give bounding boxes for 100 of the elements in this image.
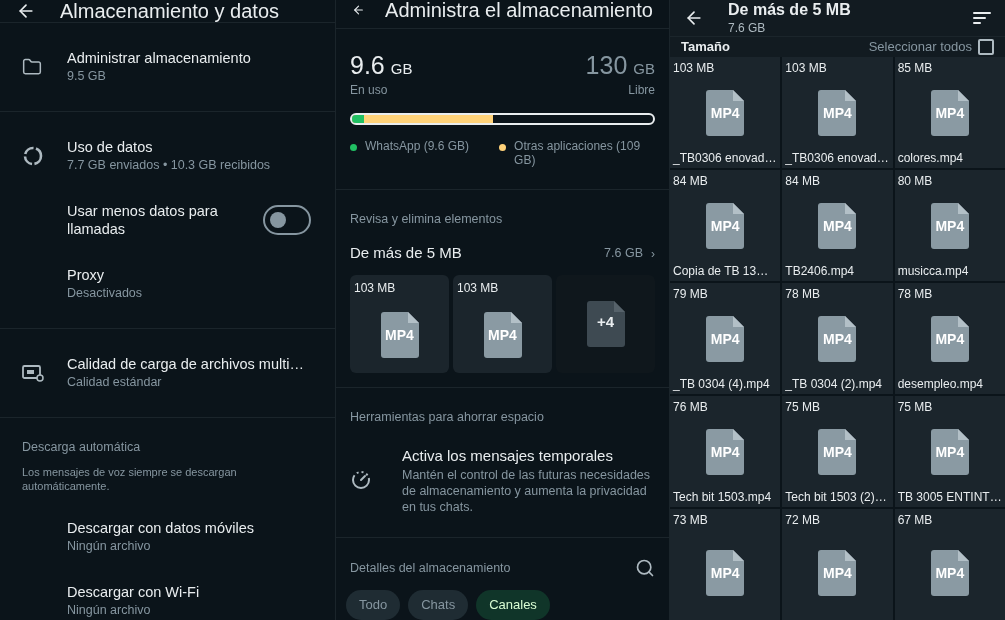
file-icon bbox=[930, 203, 969, 249]
screen-subtitle: 7.6 GB bbox=[728, 20, 767, 36]
file-tile[interactable]: 80 MB MP4 musicca.mp4 bbox=[894, 170, 1005, 281]
used-unit: GB bbox=[390, 59, 413, 79]
file-type-label: MP4 bbox=[934, 445, 966, 459]
file-type-label: MP4 bbox=[822, 219, 853, 233]
legend-label: Otras aplicaciones (109 GB) bbox=[514, 138, 642, 167]
more-files-thumbnail[interactable]: +4 bbox=[556, 274, 655, 373]
file-tile[interactable]: 103 MB MP4 _TB0306 enovad… bbox=[782, 57, 893, 168]
hd-settings-icon bbox=[22, 364, 44, 382]
file-icon bbox=[706, 550, 745, 596]
file-size: 84 MB bbox=[673, 173, 709, 189]
select-all-checkbox[interactable] bbox=[978, 39, 994, 55]
item-subtitle: Ningún archivo bbox=[67, 601, 152, 619]
file-tile[interactable]: 72 MB MP4 bbox=[782, 509, 893, 620]
filter-chip[interactable]: Canales bbox=[476, 590, 550, 620]
settings-item[interactable]: Administrar almacenamiento 9.5 GB bbox=[0, 35, 335, 99]
file-tile[interactable]: 85 MB MP4 colores.mp4 bbox=[894, 57, 1005, 168]
file-type-label: MP4 bbox=[709, 332, 741, 346]
file-type-label: MP4 bbox=[709, 566, 741, 580]
file-type-label: MP4 bbox=[934, 219, 966, 233]
settings-item[interactable]: Descargar con datos móviles Ningún archivo bbox=[0, 504, 335, 569]
file-type-label: MP4 bbox=[822, 445, 853, 459]
file-tile[interactable]: 79 MB MP4 _TB 0304 (4).mp4 bbox=[670, 283, 781, 394]
tool-title: Activa los mensajes temporales bbox=[402, 445, 614, 466]
file-size: 67 MB bbox=[897, 512, 934, 528]
file-size: 75 MB bbox=[897, 399, 934, 415]
category-size: 7.6 GB bbox=[604, 245, 643, 263]
file-name: _TB0306 enovad… bbox=[673, 150, 778, 166]
file-icon bbox=[930, 316, 969, 362]
settings-item[interactable]: Descargar con Wi-Fi Ningún archivo bbox=[0, 568, 335, 620]
file-size: 103 MB bbox=[354, 279, 397, 297]
file-tile[interactable]: 78 MB MP4 desempleo.mp4 bbox=[894, 283, 1005, 394]
file-tile[interactable]: 67 MB MP4 bbox=[894, 509, 1005, 620]
file-icon bbox=[930, 550, 969, 596]
legend-label: WhatsApp (9.6 GB) bbox=[365, 138, 470, 153]
section-note: Los mensajes de voz siempre se descargan automáticamente. bbox=[21, 464, 238, 494]
file-size: 85 MB bbox=[897, 60, 934, 76]
file-tile[interactable]: 75 MB MP4 TB 3005 ENTINT… bbox=[894, 396, 1005, 507]
file-size: 73 MB bbox=[673, 512, 709, 528]
category-row[interactable]: De más de 5 MB 7.6 GB › bbox=[350, 242, 655, 265]
file-icon bbox=[818, 550, 857, 596]
item-subtitle: 9.5 GB bbox=[67, 68, 107, 85]
file-thumbnail[interactable]: 103 MB MP4 bbox=[350, 274, 449, 373]
filter-chip[interactable]: Todo bbox=[346, 590, 401, 620]
file-size: 72 MB bbox=[785, 512, 821, 528]
settings-item[interactable]: Proxy Desactivados bbox=[0, 252, 335, 316]
screen-title: Almacenamiento y datos bbox=[60, 0, 279, 22]
used-label: En uso bbox=[350, 81, 389, 99]
file-tile[interactable]: 84 MB MP4 Copia de TB 13… bbox=[670, 170, 781, 281]
search-icon[interactable] bbox=[635, 558, 655, 578]
file-type-label: MP4 bbox=[822, 566, 853, 580]
file-size: 103 MB bbox=[785, 60, 828, 76]
category-title: De más de 5 MB bbox=[350, 243, 463, 264]
file-thumbnail[interactable]: 103 MB MP4 bbox=[453, 274, 552, 373]
timer-icon bbox=[350, 468, 372, 491]
file-icon bbox=[818, 429, 857, 475]
file-type-label: MP4 bbox=[384, 327, 415, 342]
filter-chip[interactable]: Chats bbox=[408, 590, 469, 620]
file-size: 103 MB bbox=[457, 279, 500, 297]
file-type-label: MP4 bbox=[709, 445, 741, 459]
file-type-label: MP4 bbox=[487, 327, 518, 342]
used-amount: 9.6 bbox=[350, 51, 385, 79]
file-icon bbox=[706, 90, 745, 136]
item-title: Uso de datos bbox=[67, 138, 154, 156]
file-type-label: MP4 bbox=[709, 106, 741, 120]
settings-item[interactable]: Usar menos datos para llamadas bbox=[0, 188, 335, 252]
file-icon bbox=[818, 203, 857, 249]
tool-item[interactable]: Activa los mensajes temporales Mantén el control de las futuras necesidades de almacenamiento y aumenta la privacidad en tus chats. bbox=[350, 444, 655, 515]
file-name: Copia de TB 13… bbox=[673, 263, 770, 279]
file-icon bbox=[483, 311, 522, 358]
file-size: 75 MB bbox=[785, 399, 821, 415]
item-title: Calidad de carga de archivos multi… bbox=[67, 355, 305, 373]
circle-arc-icon bbox=[22, 145, 44, 167]
file-icon bbox=[930, 90, 969, 136]
file-icon bbox=[706, 316, 745, 362]
file-size: 78 MB bbox=[785, 286, 821, 302]
file-tile[interactable]: 103 MB MP4 _TB0306 enovad… bbox=[670, 57, 781, 168]
item-title: Descargar con datos móviles bbox=[67, 518, 255, 537]
sort-icon[interactable] bbox=[973, 11, 991, 25]
tool-description: Mantén el control de las futuras necesidades de almacenamiento y aumenta la privacidad en tus chats. bbox=[402, 467, 652, 515]
toggle-switch[interactable] bbox=[263, 205, 311, 235]
file-tile[interactable]: 76 MB MP4 Tech bit 1503.mp4 bbox=[670, 396, 781, 507]
screen-title: Administra el almacenamiento bbox=[385, 0, 653, 23]
file-tile[interactable]: 84 MB MP4 TB2406.mp4 bbox=[782, 170, 893, 281]
chevron: › bbox=[651, 245, 655, 263]
settings-item[interactable]: Uso de datos 7.7 GB enviados • 10.3 GB recibidos bbox=[0, 124, 335, 188]
file-tile[interactable]: 73 MB MP4 bbox=[670, 509, 781, 620]
settings-item[interactable]: Calidad de carga de archivos multi… Calidad estándar bbox=[0, 341, 335, 405]
file-tile[interactable]: 78 MB MP4 _TB 0304 (2).mp4 bbox=[782, 283, 893, 394]
file-size: 79 MB bbox=[673, 286, 709, 302]
file-tile[interactable]: 75 MB MP4 Tech bit 1503 (2)… bbox=[782, 396, 893, 507]
file-size: 80 MB bbox=[897, 173, 934, 189]
file-icon bbox=[818, 90, 857, 136]
file-size: 103 MB bbox=[673, 60, 716, 76]
file-size: 76 MB bbox=[673, 399, 709, 415]
file-type-label: MP4 bbox=[709, 219, 741, 233]
free-unit: GB bbox=[633, 59, 655, 79]
item-title: Usar menos datos para llamadas bbox=[67, 202, 219, 238]
file-type-label: MP4 bbox=[822, 332, 853, 346]
